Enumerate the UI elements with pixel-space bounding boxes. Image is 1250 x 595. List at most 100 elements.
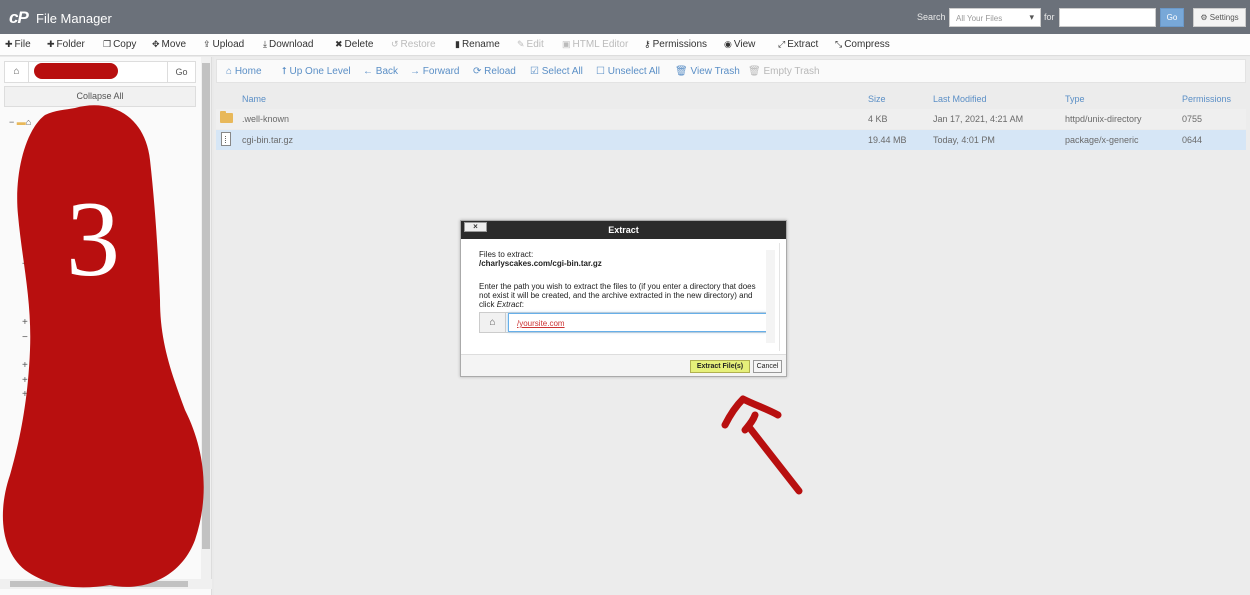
- file-permissions: 0755: [1182, 114, 1203, 124]
- file-type: package/x-generic: [1065, 135, 1139, 145]
- search-go-button[interactable]: Go: [1160, 8, 1184, 27]
- plus-icon: ✚: [5, 39, 13, 49]
- expand-icon: ⤢: [778, 39, 786, 49]
- reload-icon: ⟳: [473, 66, 485, 77]
- arrow-right-icon: →: [410, 66, 423, 77]
- redaction-mark: [34, 63, 118, 79]
- column-header-type[interactable]: Type: [1065, 94, 1085, 104]
- dialog-footer: Extract File(s) Cancel: [461, 354, 786, 376]
- column-header-last-modified[interactable]: Last Modified: [933, 94, 987, 104]
- file-name: .well-known: [242, 114, 290, 124]
- tree-toggle[interactable]: −: [9, 117, 14, 127]
- column-header-size[interactable]: Size: [868, 94, 886, 104]
- eye-icon: ◉: [724, 39, 732, 49]
- close-icon: ✖: [335, 39, 343, 49]
- back-button[interactable]: ← Back: [363, 66, 398, 77]
- toolbar-file-button[interactable]: ✚ File: [5, 39, 31, 50]
- for-label: for: [1044, 12, 1055, 22]
- toolbar-extract-button[interactable]: ⤢ Extract: [778, 39, 818, 50]
- extract-instructions: Enter the path you wish to extract the f…: [479, 282, 756, 309]
- file-name: cgi-bin.tar.gz: [242, 135, 294, 145]
- search-label: Search: [917, 12, 946, 22]
- forward-button[interactable]: → Forward: [410, 66, 459, 77]
- column-header-permissions[interactable]: Permissions: [1182, 94, 1231, 104]
- toolbar-move-button[interactable]: ✥ Move: [152, 39, 186, 50]
- vertical-scrollbar-thumb[interactable]: [202, 63, 210, 549]
- extract-path-field: ⌂ /yoursite.com: [479, 312, 767, 333]
- select-all-button[interactable]: ☑ Select All: [530, 66, 583, 77]
- tree-toggle[interactable]: −: [22, 332, 28, 343]
- step-number: 3: [66, 180, 120, 299]
- dialog-scrollbar[interactable]: [766, 250, 775, 343]
- copy-icon: ❐: [103, 39, 112, 49]
- tree-toggle[interactable]: +: [22, 389, 28, 400]
- search-scope-value: All Your Files: [956, 14, 1003, 23]
- extract-files-button[interactable]: Extract File(s): [690, 360, 750, 373]
- cancel-button[interactable]: Cancel: [753, 360, 782, 373]
- toolbar-upload-button[interactable]: ⇪ Upload: [203, 39, 244, 50]
- arrow-left-icon: ←: [363, 66, 376, 77]
- files-to-extract-path: /charlyscakes.com/cgi-bin.tar.gz: [479, 259, 602, 268]
- files-to-extract-label: Files to extract:: [479, 250, 534, 259]
- toolbar-html-editor-button[interactable]: ▣ HTML Editor: [562, 39, 628, 50]
- toolbar-permissions-button[interactable]: ⚷ Permissions: [644, 39, 707, 50]
- undo-icon: ↺: [391, 39, 399, 49]
- cpanel-logo[interactable]: cP: [9, 8, 29, 28]
- tree-toggle[interactable]: +: [22, 375, 28, 386]
- tree-toggle[interactable]: +: [22, 317, 28, 328]
- search-input[interactable]: [1059, 8, 1156, 27]
- key-icon: ⚷: [644, 39, 651, 49]
- table-row[interactable]: .well-known 4 KB Jan 17, 2021, 4:21 AM h…: [216, 109, 1246, 129]
- path-go-button[interactable]: Go: [167, 62, 195, 82]
- extract-path-input[interactable]: /yoursite.com: [508, 313, 767, 332]
- toolbar-view-button[interactable]: ◉ View: [724, 39, 755, 50]
- horizontal-scrollbar-thumb[interactable]: [10, 581, 188, 587]
- home-icon: ⌂: [480, 313, 506, 332]
- toolbar-restore-button[interactable]: ↺ Restore: [391, 39, 436, 50]
- home-icon: ⌂: [226, 66, 235, 77]
- archive-file-icon: [221, 132, 231, 146]
- collapse-all-button[interactable]: Collapse All: [4, 86, 196, 107]
- dialog-title: Extract: [608, 225, 639, 235]
- settings-button[interactable]: ⚙ Settings: [1193, 8, 1246, 27]
- tree-toggle[interactable]: +: [22, 360, 28, 371]
- toolbar-delete-button[interactable]: ✖ Delete: [335, 39, 373, 50]
- up-one-level-button[interactable]: ⭡ Up One Level: [282, 66, 351, 77]
- dialog-header: × Extract: [461, 221, 786, 239]
- file-modified: Today, 4:01 PM: [933, 135, 995, 145]
- column-header-name[interactable]: Name: [242, 94, 266, 104]
- home-icon[interactable]: ⌂: [5, 62, 29, 82]
- unselect-all-button[interactable]: ☐ Unselect All: [596, 66, 660, 77]
- table-row[interactable]: cgi-bin.tar.gz 19.44 MB Today, 4:01 PM p…: [216, 130, 1246, 150]
- pencil-icon: ✎: [517, 39, 525, 49]
- toolbar-rename-button[interactable]: ▮ Rename: [455, 39, 500, 50]
- home-icon: ⌂: [25, 117, 32, 127]
- move-icon: ✥: [152, 39, 160, 49]
- extract-dialog: × Extract Files to extract: /charlyscake…: [460, 220, 787, 377]
- file-icon: ▮: [455, 39, 460, 49]
- toolbar-folder-button[interactable]: ✚ Folder: [47, 39, 85, 50]
- directory-tree-pane: ⌂ Go Collapse All − ▬⌂ + + + − + + +: [0, 57, 212, 595]
- toolbar-edit-button[interactable]: ✎ Edit: [517, 39, 544, 50]
- app-title: File Manager: [36, 11, 112, 26]
- tree-root-item[interactable]: − ▬⌂: [9, 117, 31, 127]
- empty-trash-button[interactable]: 🗑︎ Empty Trash: [748, 66, 820, 77]
- toolbar-compress-button[interactable]: ⤡ Compress: [835, 39, 890, 50]
- html-icon: ▣: [562, 39, 571, 49]
- file-size: 19.44 MB: [868, 135, 907, 145]
- reload-button[interactable]: ⟳ Reload: [473, 66, 516, 77]
- view-trash-button[interactable]: 🗑︎ View Trash: [675, 66, 740, 77]
- tree-toggle[interactable]: +: [22, 230, 28, 241]
- compress-icon: ⤡: [835, 39, 843, 49]
- folder-icon: ▬: [16, 117, 26, 127]
- plus-icon: ✚: [47, 39, 55, 49]
- top-header: cP File Manager Search All Your Files fo…: [0, 0, 1250, 34]
- checkbox-empty-icon: ☐: [596, 66, 608, 77]
- home-button[interactable]: ⌂ Home: [226, 66, 262, 77]
- download-icon: ⤓: [263, 39, 267, 49]
- toolbar-download-button[interactable]: ⤓ Download: [263, 39, 313, 50]
- dialog-body: Files to extract: /charlyscakes.com/cgi-…: [464, 243, 780, 351]
- toolbar-copy-button[interactable]: ❐ Copy: [103, 39, 136, 50]
- search-scope-select[interactable]: All Your Files: [949, 8, 1041, 27]
- tree-toggle[interactable]: +: [22, 259, 28, 270]
